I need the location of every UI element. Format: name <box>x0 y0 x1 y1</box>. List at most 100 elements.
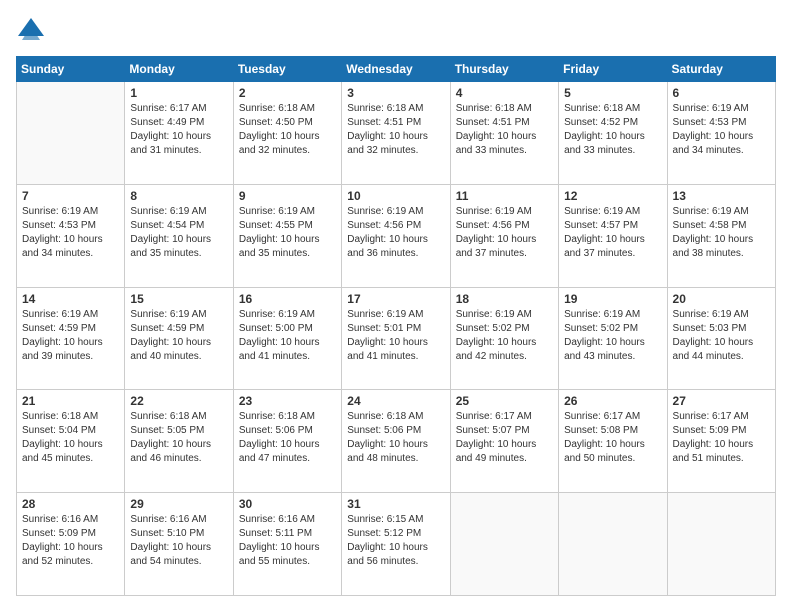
day-info: Sunrise: 6:18 AMSunset: 4:51 PMDaylight:… <box>456 103 537 156</box>
calendar-header-sunday: Sunday <box>17 57 125 82</box>
calendar-day <box>17 82 125 185</box>
day-info: Sunrise: 6:19 AMSunset: 4:54 PMDaylight:… <box>130 206 211 259</box>
calendar-table: SundayMondayTuesdayWednesdayThursdayFrid… <box>16 56 776 596</box>
calendar-day: 30 Sunrise: 6:16 AMSunset: 5:11 PMDaylig… <box>233 493 341 596</box>
calendar-day: 1 Sunrise: 6:17 AMSunset: 4:49 PMDayligh… <box>125 82 233 185</box>
calendar-day <box>450 493 558 596</box>
day-number: 16 <box>239 292 336 306</box>
day-info: Sunrise: 6:18 AMSunset: 5:06 PMDaylight:… <box>347 411 428 464</box>
calendar-day: 3 Sunrise: 6:18 AMSunset: 4:51 PMDayligh… <box>342 82 450 185</box>
day-number: 1 <box>130 86 227 100</box>
calendar-week-2: 14 Sunrise: 6:19 AMSunset: 4:59 PMDaylig… <box>17 287 776 390</box>
calendar-day: 19 Sunrise: 6:19 AMSunset: 5:02 PMDaylig… <box>559 287 667 390</box>
day-info: Sunrise: 6:19 AMSunset: 4:59 PMDaylight:… <box>22 309 103 362</box>
calendar-day: 15 Sunrise: 6:19 AMSunset: 4:59 PMDaylig… <box>125 287 233 390</box>
calendar-day: 28 Sunrise: 6:16 AMSunset: 5:09 PMDaylig… <box>17 493 125 596</box>
day-number: 12 <box>564 189 661 203</box>
calendar-week-4: 28 Sunrise: 6:16 AMSunset: 5:09 PMDaylig… <box>17 493 776 596</box>
day-number: 8 <box>130 189 227 203</box>
day-info: Sunrise: 6:19 AMSunset: 5:00 PMDaylight:… <box>239 309 320 362</box>
calendar-day: 25 Sunrise: 6:17 AMSunset: 5:07 PMDaylig… <box>450 390 558 493</box>
calendar-day: 22 Sunrise: 6:18 AMSunset: 5:05 PMDaylig… <box>125 390 233 493</box>
day-info: Sunrise: 6:17 AMSunset: 4:49 PMDaylight:… <box>130 103 211 156</box>
calendar-header-wednesday: Wednesday <box>342 57 450 82</box>
calendar-day: 7 Sunrise: 6:19 AMSunset: 4:53 PMDayligh… <box>17 184 125 287</box>
calendar-day <box>559 493 667 596</box>
day-number: 17 <box>347 292 444 306</box>
calendar-header-tuesday: Tuesday <box>233 57 341 82</box>
day-number: 28 <box>22 497 119 511</box>
day-info: Sunrise: 6:18 AMSunset: 5:06 PMDaylight:… <box>239 411 320 464</box>
calendar-day: 21 Sunrise: 6:18 AMSunset: 5:04 PMDaylig… <box>17 390 125 493</box>
calendar-day: 20 Sunrise: 6:19 AMSunset: 5:03 PMDaylig… <box>667 287 775 390</box>
day-info: Sunrise: 6:17 AMSunset: 5:07 PMDaylight:… <box>456 411 537 464</box>
day-info: Sunrise: 6:19 AMSunset: 5:01 PMDaylight:… <box>347 309 428 362</box>
day-info: Sunrise: 6:19 AMSunset: 4:57 PMDaylight:… <box>564 206 645 259</box>
header <box>16 16 776 46</box>
day-number: 3 <box>347 86 444 100</box>
day-number: 25 <box>456 394 553 408</box>
calendar-header-monday: Monday <box>125 57 233 82</box>
day-info: Sunrise: 6:19 AMSunset: 4:59 PMDaylight:… <box>130 309 211 362</box>
day-number: 29 <box>130 497 227 511</box>
day-info: Sunrise: 6:17 AMSunset: 5:09 PMDaylight:… <box>673 411 754 464</box>
day-info: Sunrise: 6:18 AMSunset: 4:50 PMDaylight:… <box>239 103 320 156</box>
calendar-day: 31 Sunrise: 6:15 AMSunset: 5:12 PMDaylig… <box>342 493 450 596</box>
day-info: Sunrise: 6:18 AMSunset: 5:05 PMDaylight:… <box>130 411 211 464</box>
calendar-day: 4 Sunrise: 6:18 AMSunset: 4:51 PMDayligh… <box>450 82 558 185</box>
day-number: 10 <box>347 189 444 203</box>
calendar-day: 17 Sunrise: 6:19 AMSunset: 5:01 PMDaylig… <box>342 287 450 390</box>
calendar-header-friday: Friday <box>559 57 667 82</box>
calendar-day: 2 Sunrise: 6:18 AMSunset: 4:50 PMDayligh… <box>233 82 341 185</box>
calendar-day: 11 Sunrise: 6:19 AMSunset: 4:56 PMDaylig… <box>450 184 558 287</box>
calendar-week-3: 21 Sunrise: 6:18 AMSunset: 5:04 PMDaylig… <box>17 390 776 493</box>
calendar-day: 6 Sunrise: 6:19 AMSunset: 4:53 PMDayligh… <box>667 82 775 185</box>
calendar-day <box>667 493 775 596</box>
day-info: Sunrise: 6:18 AMSunset: 5:04 PMDaylight:… <box>22 411 103 464</box>
day-info: Sunrise: 6:18 AMSunset: 4:52 PMDaylight:… <box>564 103 645 156</box>
day-info: Sunrise: 6:15 AMSunset: 5:12 PMDaylight:… <box>347 514 428 567</box>
calendar-day: 16 Sunrise: 6:19 AMSunset: 5:00 PMDaylig… <box>233 287 341 390</box>
day-info: Sunrise: 6:16 AMSunset: 5:11 PMDaylight:… <box>239 514 320 567</box>
day-info: Sunrise: 6:19 AMSunset: 4:56 PMDaylight:… <box>456 206 537 259</box>
day-info: Sunrise: 6:19 AMSunset: 4:55 PMDaylight:… <box>239 206 320 259</box>
calendar-week-0: 1 Sunrise: 6:17 AMSunset: 4:49 PMDayligh… <box>17 82 776 185</box>
day-number: 7 <box>22 189 119 203</box>
calendar-day: 8 Sunrise: 6:19 AMSunset: 4:54 PMDayligh… <box>125 184 233 287</box>
day-number: 13 <box>673 189 770 203</box>
day-number: 31 <box>347 497 444 511</box>
day-info: Sunrise: 6:18 AMSunset: 4:51 PMDaylight:… <box>347 103 428 156</box>
day-info: Sunrise: 6:16 AMSunset: 5:10 PMDaylight:… <box>130 514 211 567</box>
day-number: 6 <box>673 86 770 100</box>
calendar-day: 18 Sunrise: 6:19 AMSunset: 5:02 PMDaylig… <box>450 287 558 390</box>
calendar-day: 5 Sunrise: 6:18 AMSunset: 4:52 PMDayligh… <box>559 82 667 185</box>
day-number: 22 <box>130 394 227 408</box>
calendar-day: 9 Sunrise: 6:19 AMSunset: 4:55 PMDayligh… <box>233 184 341 287</box>
day-number: 11 <box>456 189 553 203</box>
page: SundayMondayTuesdayWednesdayThursdayFrid… <box>0 0 792 612</box>
day-info: Sunrise: 6:19 AMSunset: 4:58 PMDaylight:… <box>673 206 754 259</box>
day-info: Sunrise: 6:19 AMSunset: 5:02 PMDaylight:… <box>456 309 537 362</box>
logo <box>16 16 50 46</box>
day-info: Sunrise: 6:19 AMSunset: 4:53 PMDaylight:… <box>673 103 754 156</box>
day-number: 19 <box>564 292 661 306</box>
day-number: 9 <box>239 189 336 203</box>
day-number: 23 <box>239 394 336 408</box>
calendar-day: 12 Sunrise: 6:19 AMSunset: 4:57 PMDaylig… <box>559 184 667 287</box>
day-number: 24 <box>347 394 444 408</box>
day-number: 27 <box>673 394 770 408</box>
calendar-day: 14 Sunrise: 6:19 AMSunset: 4:59 PMDaylig… <box>17 287 125 390</box>
calendar-day: 13 Sunrise: 6:19 AMSunset: 4:58 PMDaylig… <box>667 184 775 287</box>
calendar-header-row: SundayMondayTuesdayWednesdayThursdayFrid… <box>17 57 776 82</box>
day-number: 5 <box>564 86 661 100</box>
day-number: 4 <box>456 86 553 100</box>
calendar-day: 23 Sunrise: 6:18 AMSunset: 5:06 PMDaylig… <box>233 390 341 493</box>
calendar-day: 26 Sunrise: 6:17 AMSunset: 5:08 PMDaylig… <box>559 390 667 493</box>
day-info: Sunrise: 6:19 AMSunset: 5:02 PMDaylight:… <box>564 309 645 362</box>
calendar-day: 29 Sunrise: 6:16 AMSunset: 5:10 PMDaylig… <box>125 493 233 596</box>
calendar-day: 27 Sunrise: 6:17 AMSunset: 5:09 PMDaylig… <box>667 390 775 493</box>
day-number: 2 <box>239 86 336 100</box>
calendar-day: 24 Sunrise: 6:18 AMSunset: 5:06 PMDaylig… <box>342 390 450 493</box>
day-number: 30 <box>239 497 336 511</box>
day-info: Sunrise: 6:16 AMSunset: 5:09 PMDaylight:… <box>22 514 103 567</box>
